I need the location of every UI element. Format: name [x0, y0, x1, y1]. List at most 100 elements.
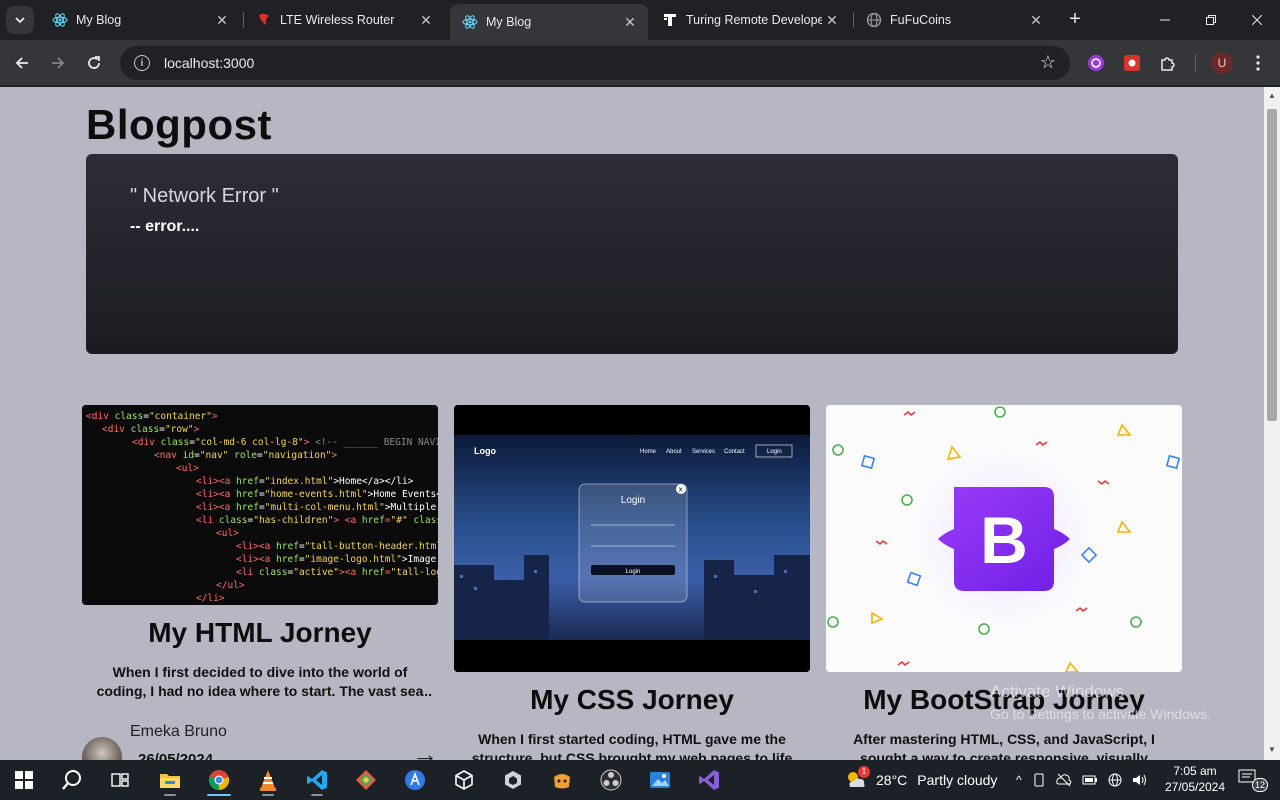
clock[interactable]: 7:05 am 27/05/2024: [1160, 763, 1230, 795]
vscode-icon: [307, 770, 327, 790]
task-view-button[interactable]: [100, 764, 140, 796]
folder-icon: [160, 774, 180, 788]
notification-count: 12: [1252, 778, 1268, 792]
tab-close-icon[interactable]: ✕: [620, 12, 640, 32]
scroll-up-icon[interactable]: ▲: [1267, 91, 1277, 100]
cloud-offline-icon[interactable]: [1055, 773, 1072, 787]
scrollbar-thumb[interactable]: [1267, 109, 1277, 421]
mock-nav-services: Services: [692, 449, 715, 455]
address-bar[interactable]: i localhost:3000 ☆: [120, 46, 1070, 80]
blog-card-css[interactable]: Logo Home About Services Contact Login x…: [454, 405, 810, 760]
running-indicator: [207, 794, 231, 796]
tab-fufucoins[interactable]: FuFuCoins ✕: [854, 4, 1054, 36]
weather-widget[interactable]: 1 28°C Partly cloudy: [844, 766, 997, 792]
tab-close-icon[interactable]: ✕: [212, 10, 232, 30]
bootstrap-logo-letter: B: [980, 503, 1028, 577]
scroll-down-icon[interactable]: ▼: [1267, 745, 1277, 754]
post-date: 26/05/2024: [138, 751, 214, 760]
azure-app-button[interactable]: [395, 764, 435, 796]
start-button[interactable]: [4, 764, 44, 796]
search-icon: [62, 770, 81, 790]
task-view-icon: [111, 773, 129, 787]
card-excerpt-text: After mastering HTML, CSS, and JavaScrip…: [853, 731, 1155, 760]
restore-button[interactable]: [1188, 6, 1234, 34]
mock-nav-home: Home: [640, 449, 657, 455]
quote-author: -- error....: [130, 218, 200, 235]
vlc-button[interactable]: [248, 764, 288, 796]
bookmark-star-icon[interactable]: ☆: [1040, 53, 1056, 71]
mingw-button[interactable]: [542, 764, 582, 796]
photos-button[interactable]: [640, 764, 680, 796]
card-title[interactable]: My HTML Jorney: [82, 617, 438, 649]
svg-text:<ul>: <ul>: [176, 463, 199, 474]
blog-card-html[interactable]: <div class="container"> <div class="row"…: [82, 405, 438, 701]
app-store-icon: [405, 770, 425, 790]
vlc-icon: [260, 770, 276, 791]
svg-text:<nav id="nav" role="navigation: <nav id="nav" role="navigation">: [154, 450, 337, 461]
search-button[interactable]: [52, 764, 92, 796]
card-excerpt: After mastering HTML, CSS, and JavaScrip…: [826, 730, 1182, 760]
running-indicator: [262, 794, 274, 796]
mock-nav-contact: Contact: [724, 449, 745, 455]
svg-text:</ul>: </ul>: [216, 580, 245, 591]
reload-button[interactable]: [80, 49, 108, 77]
tab-my-blog-active[interactable]: My Blog ✕: [450, 4, 648, 40]
tab-strip: My Blog ✕ LTE Wireless Router ✕ My Blog …: [0, 0, 1280, 40]
forward-button[interactable]: [44, 49, 72, 77]
package-icon: [554, 774, 570, 789]
tab-my-blog-1[interactable]: My Blog ✕: [40, 4, 240, 36]
extensions-puzzle-icon[interactable]: [1157, 52, 1179, 74]
visual-studio-button[interactable]: [689, 764, 729, 796]
extension-red-icon[interactable]: [1121, 52, 1143, 74]
browser-toolbar: i localhost:3000 ☆: [0, 40, 1280, 86]
windows-logo-icon: [15, 771, 33, 789]
tab-close-icon[interactable]: ✕: [416, 10, 436, 30]
reload-icon: [88, 56, 100, 69]
windows-taskbar: 1 28°C Partly cloudy ^ 7:05 am 27/05/202…: [0, 760, 1280, 800]
turing-icon: [662, 12, 678, 28]
read-more-arrow-icon[interactable]: →: [412, 739, 438, 760]
gitkraken-button[interactable]: [346, 764, 386, 796]
tray-overflow-chevron-icon[interactable]: ^: [1016, 773, 1022, 787]
chrome-taskbar-button[interactable]: [199, 764, 239, 796]
minimize-button[interactable]: [1142, 6, 1188, 34]
url-text: localhost:3000: [164, 55, 255, 71]
page-viewport: Blogpost " Network Error " -- error.... …: [0, 87, 1264, 760]
svg-text:<div class="row">: <div class="row">: [102, 424, 200, 435]
volume-icon[interactable]: [1132, 773, 1148, 787]
new-tab-button[interactable]: +: [1064, 9, 1086, 31]
vscode-button[interactable]: [297, 764, 337, 796]
svg-text:<li class="has-children"> <a h: <li class="has-children"> <a href="#" cl…: [196, 515, 438, 526]
page-scrollbar[interactable]: ▲ ▼: [1264, 87, 1280, 760]
tab-search-button[interactable]: [6, 6, 34, 34]
tab-close-icon[interactable]: ✕: [1026, 10, 1046, 30]
close-window-button[interactable]: [1234, 6, 1280, 34]
tab-title: FuFuCoins: [890, 13, 952, 27]
device-icon[interactable]: [1032, 773, 1046, 787]
read-more-ellipsis[interactable]: ...: [420, 682, 432, 701]
battery-icon[interactable]: [1082, 773, 1098, 787]
bootstrap-logo-image: B: [826, 405, 1182, 672]
tab-turing[interactable]: Turing Remote Develope ✕: [650, 4, 850, 36]
back-button[interactable]: [8, 49, 36, 77]
visual-studio-icon: [699, 770, 719, 790]
profile-avatar[interactable]: U: [1211, 52, 1233, 74]
obs-button[interactable]: [591, 764, 631, 796]
file-explorer-button[interactable]: [150, 764, 190, 796]
svg-text:<ul>: <ul>: [216, 528, 239, 539]
arrow-left-icon: [15, 57, 28, 69]
site-info-icon[interactable]: i: [134, 55, 150, 71]
mock-form-submit: Login: [626, 569, 641, 575]
notification-center-button[interactable]: 12: [1238, 768, 1268, 792]
tab-lte-router[interactable]: LTE Wireless Router ✕: [244, 4, 444, 36]
svg-text:<li class="active"><a href="ta: <li class="active"><a href="tall-logo.ht…: [236, 567, 438, 578]
tab-close-icon[interactable]: ✕: [822, 10, 842, 30]
watermark-title: Activate Windows: [990, 682, 1125, 701]
menu-kebab-icon[interactable]: [1247, 52, 1269, 74]
card-title[interactable]: My CSS Jorney: [454, 684, 810, 716]
network-globe-icon[interactable]: [1108, 773, 1122, 787]
extension-purple-icon[interactable]: [1085, 52, 1107, 74]
unity-hub-button[interactable]: [493, 764, 533, 796]
unity-button[interactable]: [444, 764, 484, 796]
mock-logo-text: Logo: [474, 446, 496, 456]
